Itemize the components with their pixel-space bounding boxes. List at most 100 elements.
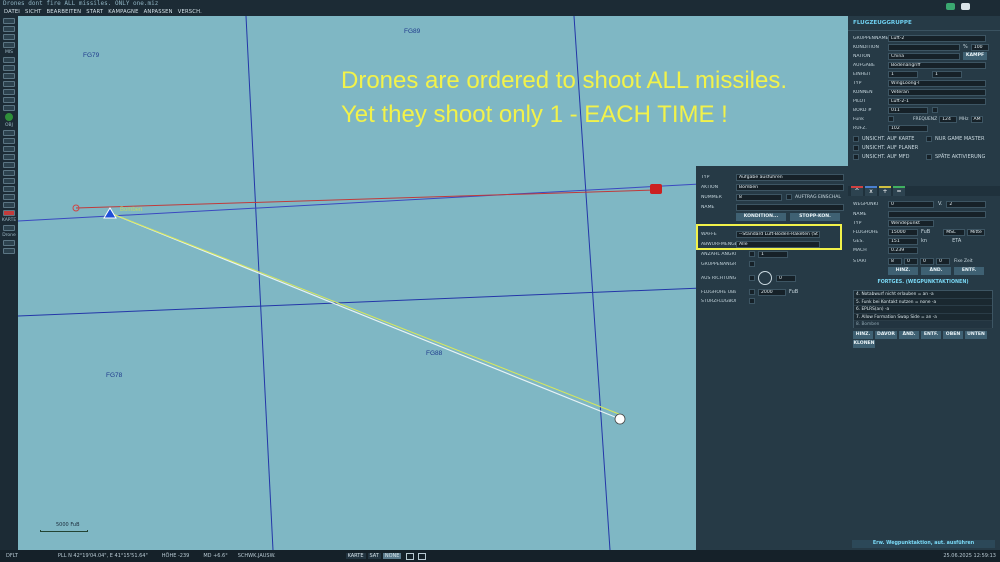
- menu-sicht[interactable]: SICHT: [25, 8, 42, 16]
- checkbox-hoehe[interactable]: [749, 289, 755, 295]
- checkbox-sturzflug[interactable]: [749, 298, 755, 304]
- map-layer-icon[interactable]: [3, 248, 15, 254]
- kampf-button[interactable]: KAMPF: [963, 52, 987, 60]
- stopp-kon-button[interactable]: STOPP-KON.: [790, 213, 840, 221]
- action-clone-button[interactable]: KLONEN: [853, 340, 875, 348]
- checkbox-unsicht-karte[interactable]: [853, 136, 859, 142]
- checkbox-auftrag[interactable]: [786, 194, 792, 200]
- obj-building-icon[interactable]: [3, 170, 15, 176]
- input-gruppenname[interactable]: Luft-2: [888, 34, 986, 42]
- obj-ship-icon[interactable]: [3, 146, 15, 152]
- input-wp-mach[interactable]: 0.239: [888, 246, 918, 254]
- tool-select-icon[interactable]: [3, 18, 15, 24]
- select-modulation[interactable]: AM: [970, 115, 983, 123]
- tool-trigger-icon[interactable]: [3, 97, 15, 103]
- obj-heli-icon[interactable]: [3, 138, 15, 144]
- map-arrow-icon[interactable]: [3, 240, 15, 246]
- tool-zone-icon[interactable]: [3, 105, 15, 111]
- settings-icon[interactable]: [961, 3, 970, 10]
- action-before-button[interactable]: DAVOR: [875, 331, 897, 339]
- menu-versch[interactable]: VERSCH.: [178, 8, 202, 16]
- wp-add-button[interactable]: HINZ.: [888, 267, 918, 275]
- obj-point-icon[interactable]: [3, 186, 15, 192]
- checkbox-richtung[interactable]: [749, 275, 755, 281]
- menu-bearbeiten[interactable]: BEARBEITEN: [47, 8, 82, 16]
- input-start-min[interactable]: 0: [920, 257, 934, 265]
- input-pilot[interactable]: Luft-2-1: [888, 97, 986, 105]
- select-nation[interactable]: China: [888, 52, 960, 60]
- drone-group-marker[interactable]: [103, 207, 117, 219]
- select-wp-ref[interactable]: MSL: [943, 228, 966, 236]
- map-grid-icon[interactable]: [3, 225, 15, 231]
- wp-delete-button[interactable]: ENTF.: [954, 267, 984, 275]
- select-wp-typ[interactable]: Wendepunkt: [888, 219, 934, 227]
- select-aktion[interactable]: Bomben: [736, 183, 844, 191]
- obj-circle-icon[interactable]: [3, 194, 15, 200]
- select-koennen[interactable]: Veteran: [888, 88, 986, 96]
- kondition-button[interactable]: KONDITION...: [736, 213, 786, 221]
- input-start-day[interactable]: 8: [888, 257, 902, 265]
- input-hoehe-ueber[interactable]: 2000: [758, 288, 786, 296]
- tool-help-icon[interactable]: [5, 113, 13, 121]
- obj-truck-icon[interactable]: [3, 162, 15, 168]
- input-kondition-value[interactable]: 100: [970, 43, 989, 51]
- menu-start[interactable]: START: [86, 8, 103, 16]
- tool-static-icon[interactable]: [3, 89, 15, 95]
- input-wp-ges[interactable]: 151: [888, 237, 918, 245]
- action-down-button[interactable]: UNTEN: [965, 331, 987, 339]
- input-wp-name[interactable]: [888, 210, 986, 218]
- select-wegpunkt[interactable]: 0: [888, 200, 934, 208]
- action-up-button[interactable]: OBEN: [943, 331, 963, 339]
- list-item[interactable]: 7. Allow Formation Swap Side = an -a: [854, 314, 992, 321]
- obj-target-icon[interactable]: [3, 178, 15, 184]
- input-start-sec[interactable]: 0: [936, 257, 950, 265]
- map-mode-none[interactable]: NONE: [382, 553, 402, 559]
- input-name[interactable]: [736, 203, 844, 211]
- action-add-button[interactable]: HINZ.: [853, 331, 873, 339]
- input-kondition-slider[interactable]: [888, 43, 960, 51]
- checkbox-unsicht-planer[interactable]: [853, 145, 859, 151]
- select-typ[interactable]: Aufgabe ausführen: [736, 173, 844, 181]
- select-aufgabe[interactable]: Bodenangriff: [888, 61, 986, 69]
- input-richtung[interactable]: 0: [776, 274, 796, 282]
- list-item[interactable]: 4. Notabwurf nicht erlauben = an -a: [854, 291, 992, 299]
- input-rufz[interactable]: 102: [888, 124, 928, 132]
- tool-airplane-icon[interactable]: [3, 57, 15, 63]
- tool-helicopter-icon[interactable]: [3, 65, 15, 71]
- tab-route-icon[interactable]: ^: [851, 186, 863, 196]
- layers-icon[interactable]: [406, 552, 415, 560]
- tool-vehicle-icon[interactable]: [3, 73, 15, 79]
- select-wp-mode[interactable]: Mitte: [967, 228, 986, 236]
- tab-summary-icon[interactable]: =: [893, 186, 905, 196]
- map-mode-karte[interactable]: KARTE: [345, 553, 366, 559]
- list-item[interactable]: 8. Bomben: [854, 321, 992, 329]
- tool-zoom-icon[interactable]: [3, 42, 15, 48]
- wp-edit-button[interactable]: ÄND.: [921, 267, 951, 275]
- input-einheit-count[interactable]: 1: [932, 70, 962, 78]
- obj-aa-icon[interactable]: [3, 202, 15, 208]
- menu-datei[interactable]: DATEI: [4, 8, 20, 16]
- obj-tank-icon[interactable]: [3, 154, 15, 160]
- waypoint-action-list[interactable]: 4. Notabwurf nicht erlauben = an -a 5. F…: [853, 290, 993, 329]
- checkbox-anzahl[interactable]: [749, 251, 755, 257]
- list-item[interactable]: 6. EPLRS(an) -a: [854, 306, 992, 314]
- action-edit-button[interactable]: ÄND.: [899, 331, 919, 339]
- tab-targets-icon[interactable]: x: [865, 186, 877, 196]
- action-delete-button[interactable]: ENTF.: [921, 331, 941, 339]
- input-bord[interactable]: 011: [888, 106, 928, 114]
- input-start-hour[interactable]: 0: [904, 257, 918, 265]
- input-einheit[interactable]: 1: [888, 70, 918, 78]
- checkbox-funk[interactable]: [888, 116, 894, 122]
- tool-move-icon[interactable]: [3, 26, 15, 32]
- tab-payload-icon[interactable]: +: [879, 186, 891, 196]
- filter-icon[interactable]: [418, 552, 427, 560]
- checkbox-nur-gm[interactable]: [926, 136, 932, 142]
- input-nummer[interactable]: 8: [736, 193, 782, 201]
- checkbox-unsicht-mfd[interactable]: [853, 154, 859, 160]
- checkbox-gruppenangriff[interactable]: [749, 261, 755, 267]
- target-waypoint-marker[interactable]: [614, 413, 626, 425]
- menu-kampagne[interactable]: KAMPAGNE: [108, 8, 138, 16]
- obj-plane-icon[interactable]: [3, 130, 15, 136]
- map-mode-sat[interactable]: SAT: [367, 553, 381, 559]
- wifi-icon[interactable]: [946, 3, 955, 10]
